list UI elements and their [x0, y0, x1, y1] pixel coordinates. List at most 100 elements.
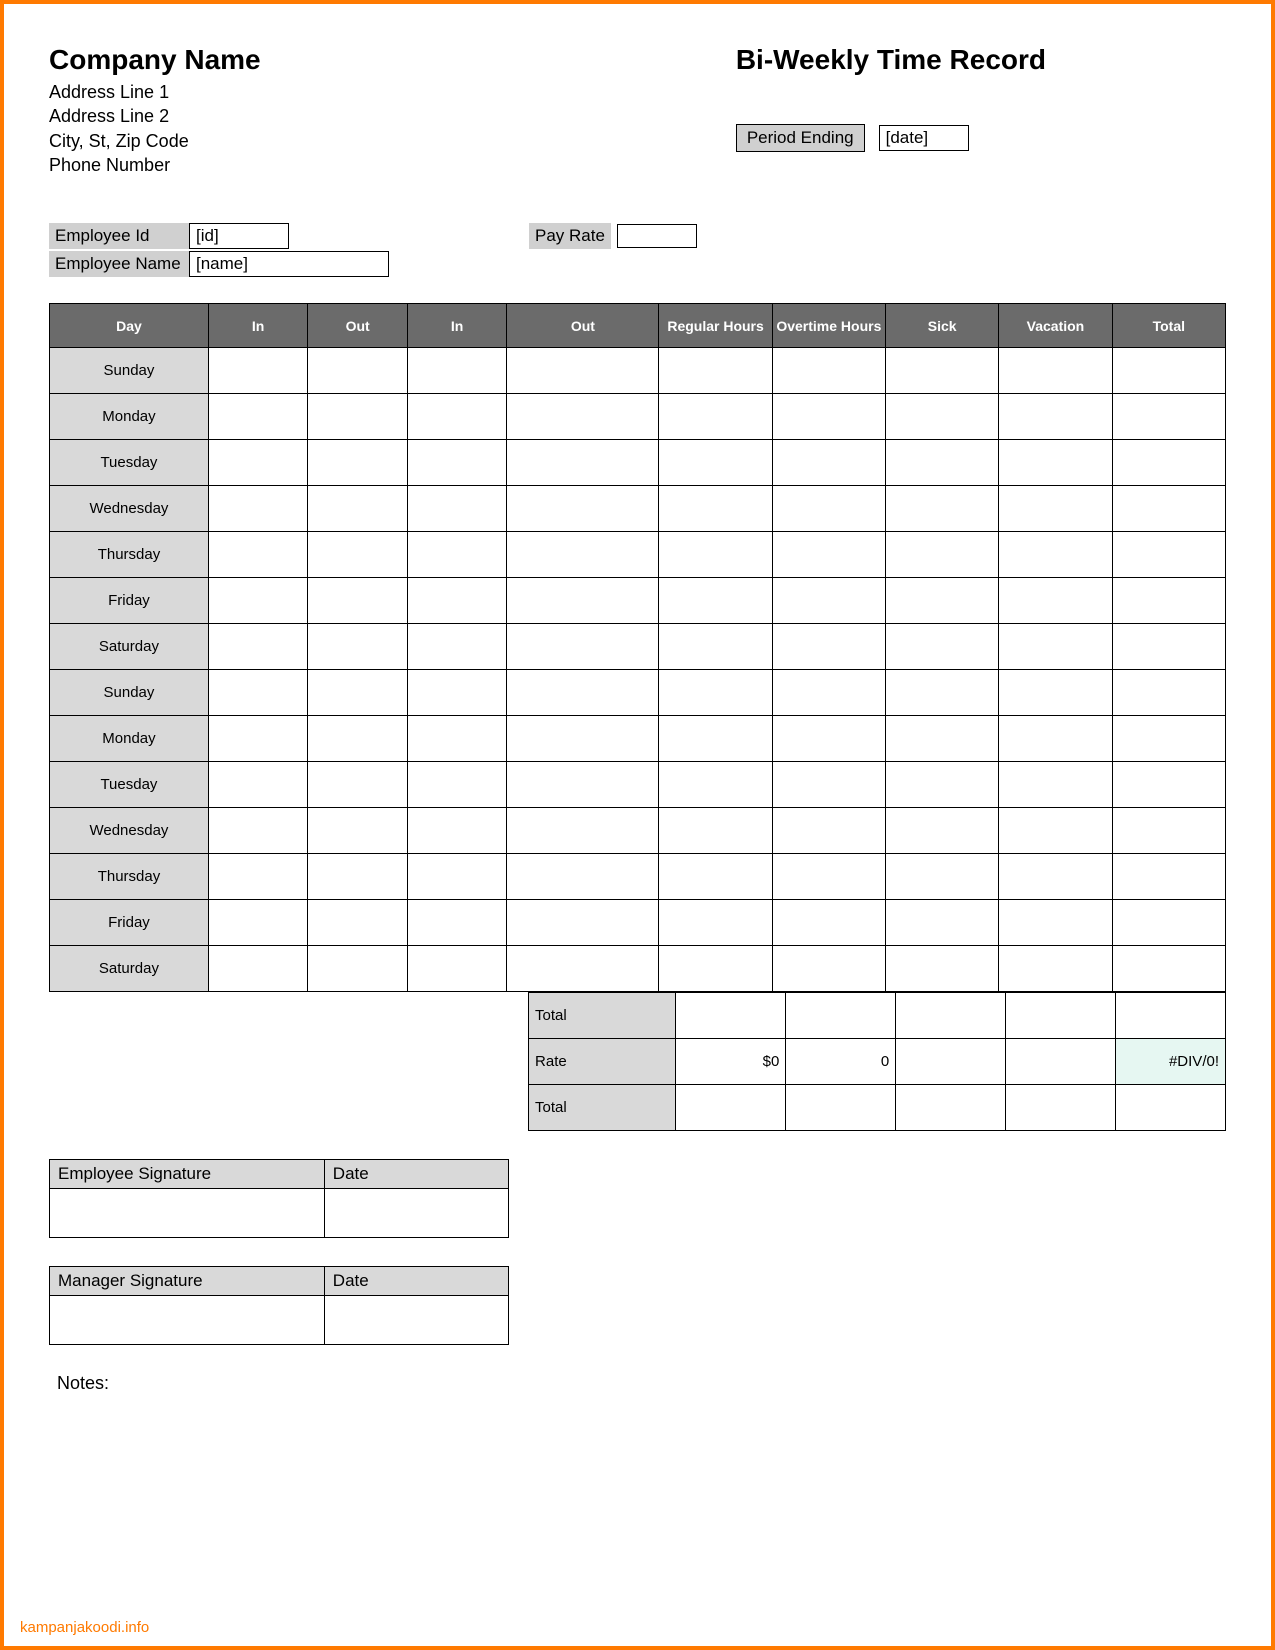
time-cell[interactable]: [208, 762, 308, 808]
time-cell[interactable]: [1112, 348, 1225, 394]
rate-sick[interactable]: [896, 1039, 1006, 1085]
time-cell[interactable]: [886, 900, 999, 946]
time-cell[interactable]: [772, 854, 885, 900]
time-cell[interactable]: [1112, 624, 1225, 670]
time-cell[interactable]: [308, 670, 408, 716]
time-cell[interactable]: [1112, 808, 1225, 854]
pay-rate-input[interactable]: [617, 224, 697, 248]
employee-signature-date-input[interactable]: [325, 1189, 508, 1237]
time-cell[interactable]: [886, 394, 999, 440]
manager-signature-date-input[interactable]: [325, 1296, 508, 1344]
rate-reg[interactable]: $0: [676, 1039, 786, 1085]
time-cell[interactable]: [772, 762, 885, 808]
employee-name-input[interactable]: [name]: [189, 251, 389, 277]
time-cell[interactable]: [507, 394, 659, 440]
rate-ot[interactable]: 0: [786, 1039, 896, 1085]
time-cell[interactable]: [659, 578, 772, 624]
time-cell[interactable]: [886, 854, 999, 900]
time-cell[interactable]: [407, 532, 507, 578]
time-cell[interactable]: [507, 348, 659, 394]
time-cell[interactable]: [886, 716, 999, 762]
time-cell[interactable]: [507, 854, 659, 900]
time-cell[interactable]: [1112, 394, 1225, 440]
time-cell[interactable]: [308, 394, 408, 440]
time-cell[interactable]: [886, 532, 999, 578]
time-cell[interactable]: [886, 578, 999, 624]
time-cell[interactable]: [308, 762, 408, 808]
time-cell[interactable]: [659, 808, 772, 854]
time-cell[interactable]: [308, 946, 408, 992]
time-cell[interactable]: [1112, 532, 1225, 578]
total-total-2[interactable]: [1116, 1085, 1226, 1131]
time-cell[interactable]: [659, 670, 772, 716]
time-cell[interactable]: [407, 578, 507, 624]
time-cell[interactable]: [772, 946, 885, 992]
time-cell[interactable]: [999, 670, 1112, 716]
time-cell[interactable]: [659, 854, 772, 900]
time-cell[interactable]: [1112, 946, 1225, 992]
time-cell[interactable]: [659, 532, 772, 578]
time-cell[interactable]: [208, 670, 308, 716]
time-cell[interactable]: [208, 532, 308, 578]
time-cell[interactable]: [208, 900, 308, 946]
time-cell[interactable]: [308, 854, 408, 900]
time-cell[interactable]: [659, 762, 772, 808]
time-cell[interactable]: [308, 578, 408, 624]
time-cell[interactable]: [772, 624, 885, 670]
time-cell[interactable]: [1112, 716, 1225, 762]
time-cell[interactable]: [1112, 762, 1225, 808]
time-cell[interactable]: [659, 624, 772, 670]
time-cell[interactable]: [772, 394, 885, 440]
time-cell[interactable]: [999, 900, 1112, 946]
time-cell[interactable]: [1112, 670, 1225, 716]
time-cell[interactable]: [308, 808, 408, 854]
time-cell[interactable]: [208, 578, 308, 624]
time-cell[interactable]: [772, 670, 885, 716]
time-cell[interactable]: [407, 946, 507, 992]
time-cell[interactable]: [999, 624, 1112, 670]
time-cell[interactable]: [999, 486, 1112, 532]
time-cell[interactable]: [886, 348, 999, 394]
time-cell[interactable]: [208, 854, 308, 900]
total-sick-2[interactable]: [896, 1085, 1006, 1131]
total-ot-1[interactable]: [786, 993, 896, 1039]
time-cell[interactable]: [407, 854, 507, 900]
time-cell[interactable]: [507, 716, 659, 762]
time-cell[interactable]: [772, 486, 885, 532]
time-cell[interactable]: [507, 900, 659, 946]
time-cell[interactable]: [308, 624, 408, 670]
time-cell[interactable]: [208, 348, 308, 394]
time-cell[interactable]: [886, 946, 999, 992]
total-total-1[interactable]: [1116, 993, 1226, 1039]
time-cell[interactable]: [1112, 578, 1225, 624]
time-cell[interactable]: [1112, 440, 1225, 486]
time-cell[interactable]: [507, 946, 659, 992]
total-sick-1[interactable]: [896, 993, 1006, 1039]
time-cell[interactable]: [407, 394, 507, 440]
manager-signature-input[interactable]: [50, 1296, 325, 1344]
time-cell[interactable]: [772, 440, 885, 486]
time-cell[interactable]: [886, 624, 999, 670]
time-cell[interactable]: [772, 578, 885, 624]
time-cell[interactable]: [999, 578, 1112, 624]
time-cell[interactable]: [772, 716, 885, 762]
rate-total[interactable]: #DIV/0!: [1116, 1039, 1226, 1085]
time-cell[interactable]: [772, 808, 885, 854]
time-cell[interactable]: [886, 670, 999, 716]
time-cell[interactable]: [208, 946, 308, 992]
rate-vac[interactable]: [1006, 1039, 1116, 1085]
time-cell[interactable]: [659, 348, 772, 394]
time-cell[interactable]: [308, 900, 408, 946]
time-cell[interactable]: [208, 394, 308, 440]
time-cell[interactable]: [507, 578, 659, 624]
time-cell[interactable]: [1112, 900, 1225, 946]
time-cell[interactable]: [772, 532, 885, 578]
time-cell[interactable]: [1112, 854, 1225, 900]
time-cell[interactable]: [772, 900, 885, 946]
total-vac-1[interactable]: [1006, 993, 1116, 1039]
time-cell[interactable]: [886, 486, 999, 532]
time-cell[interactable]: [308, 486, 408, 532]
time-cell[interactable]: [308, 532, 408, 578]
time-cell[interactable]: [208, 624, 308, 670]
time-cell[interactable]: [407, 900, 507, 946]
